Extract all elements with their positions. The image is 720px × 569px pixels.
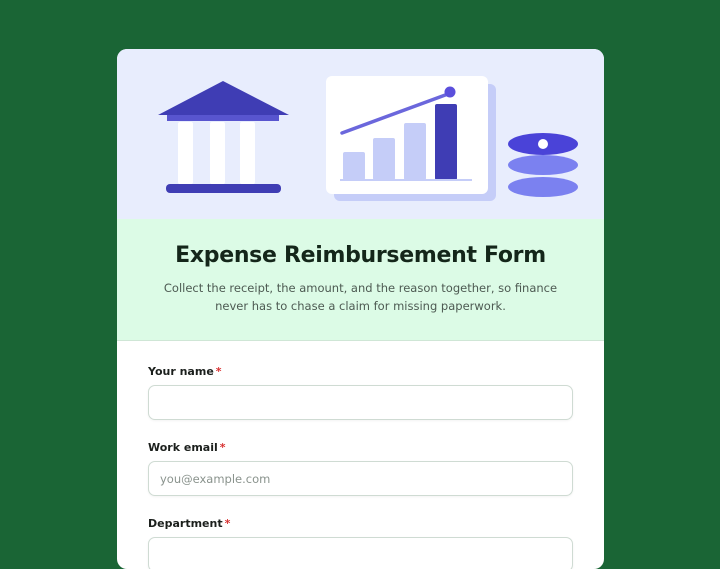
form-title: Expense Reimbursement Form [175,243,546,268]
field-label: Your name * [148,365,222,378]
department-input[interactable] [148,537,573,569]
form-description: Collect the receipt, the amount, and the… [163,281,558,313]
bank-icon [158,81,289,193]
field-department: Department * [148,517,573,569]
field-your-name: Your name * [148,365,573,441]
bar-chart-icon [326,76,496,201]
hero-illustration [158,76,578,201]
email-input[interactable] [148,461,573,496]
form-intro: Expense Reimbursement Form Collect the r… [117,219,604,341]
coin-stack-icon [508,133,578,197]
form-card: Expense Reimbursement Form Collect the r… [117,49,604,569]
required-marker: * [224,517,231,530]
field-work-email: Work email * [148,441,573,517]
expense-form: Your name* Work email* Department* [148,365,573,569]
required-marker: * [215,365,222,378]
hero-banner [117,49,604,219]
field-label: Department * [148,517,231,530]
field-label: Work email * [148,441,226,454]
name-input[interactable] [148,385,573,420]
required-marker: * [219,441,226,454]
